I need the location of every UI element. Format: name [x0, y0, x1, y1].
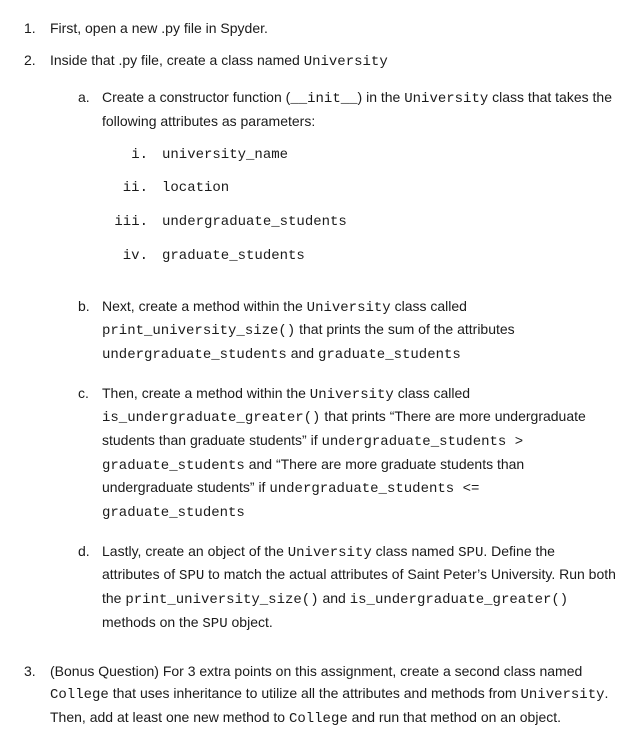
code-graduate-students: graduate_students [162, 246, 616, 268]
code-university-6: University [520, 687, 604, 703]
item-2c-number: c. [78, 383, 102, 525]
code-location: location [162, 178, 616, 200]
item-2: 2. Inside that .py file, create a class … [24, 50, 616, 652]
item-2d-number: d. [78, 541, 102, 636]
code-graduate-students-2: graduate_students [318, 347, 461, 363]
code-undergraduate-students-2: undergraduate_students [102, 347, 287, 363]
item-2d-t2: class named [372, 543, 458, 559]
code-university: University [304, 54, 388, 70]
roman-iii: iii. [114, 212, 162, 234]
instruction-list: 1. First, open a new .py file in Spyder.… [24, 18, 616, 731]
item-1-number: 1. [24, 18, 50, 40]
item-2b-number: b. [78, 296, 102, 367]
roman-iv: iv. [114, 246, 162, 268]
item-2b-t4: and [287, 345, 318, 361]
item-1: 1. First, open a new .py file in Spyder. [24, 18, 616, 40]
roman-ii: ii. [114, 178, 162, 200]
item-3-t1: (Bonus Question) For 3 extra points on t… [50, 663, 582, 679]
item-2b: b. Next, create a method within the Univ… [78, 296, 616, 367]
item-2a-t1: Create a constructor function ( [102, 89, 290, 105]
item-2d: d. Lastly, create an object of the Unive… [78, 541, 616, 636]
code-university-3: University [307, 300, 391, 316]
item-2b-t3: that prints the sum of the attributes [295, 321, 514, 337]
item-3-t2: that uses inheritance to utilize all the… [109, 685, 521, 701]
item-2d-t1: Lastly, create an object of the [102, 543, 288, 559]
code-university-4: University [310, 387, 394, 403]
code-college: College [50, 687, 109, 703]
item-2d-t6: methods on the [102, 614, 202, 630]
code-print-university-size: print_university_size() [102, 323, 295, 339]
item-2c-t2: class called [394, 385, 470, 401]
item-2a-roman-list: i. university_name ii. location iii. und… [102, 145, 616, 268]
item-2a: a. Create a constructor function (__init… [78, 87, 616, 279]
item-2-number: 2. [24, 50, 50, 652]
code-university-2: University [404, 91, 488, 107]
code-undergraduate-students: undergraduate_students [162, 212, 616, 234]
item-2a-ii: ii. location [114, 178, 616, 200]
code-spu: SPU [458, 545, 483, 561]
item-3: 3. (Bonus Question) For 3 extra points o… [24, 661, 616, 730]
code-print-university-size-2: print_university_size() [125, 592, 318, 608]
item-2d-t7: object. [228, 614, 273, 630]
item-2d-t5: and [319, 590, 350, 606]
code-spu-3: SPU [202, 616, 227, 632]
item-2-text: Inside that .py file, create a class nam… [50, 52, 304, 68]
roman-i: i. [114, 145, 162, 167]
item-1-text: First, open a new .py file in Spyder. [50, 18, 616, 40]
code-university-name: university_name [162, 145, 616, 167]
item-2a-number: a. [78, 87, 102, 279]
item-2a-t2: ) in the [358, 89, 405, 105]
item-2b-t2: class called [391, 298, 467, 314]
item-2c: c. Then, create a method within the Univ… [78, 383, 616, 525]
code-college-2: College [289, 711, 348, 727]
item-2a-iii: iii. undergraduate_students [114, 212, 616, 234]
item-2a-i: i. university_name [114, 145, 616, 167]
item-3-t4: and run that method on an object. [348, 709, 561, 725]
item-2-sublist: a. Create a constructor function (__init… [50, 87, 616, 635]
code-is-undergraduate-greater: is_undergraduate_greater() [102, 410, 320, 426]
code-init: __init__ [290, 91, 357, 107]
item-2a-iv: iv. graduate_students [114, 246, 616, 268]
code-spu-2: SPU [179, 568, 204, 584]
item-3-number: 3. [24, 661, 50, 730]
item-2b-t1: Next, create a method within the [102, 298, 307, 314]
item-2c-t1: Then, create a method within the [102, 385, 310, 401]
code-university-5: University [288, 545, 372, 561]
code-is-undergraduate-greater-2: is_undergraduate_greater() [350, 592, 568, 608]
